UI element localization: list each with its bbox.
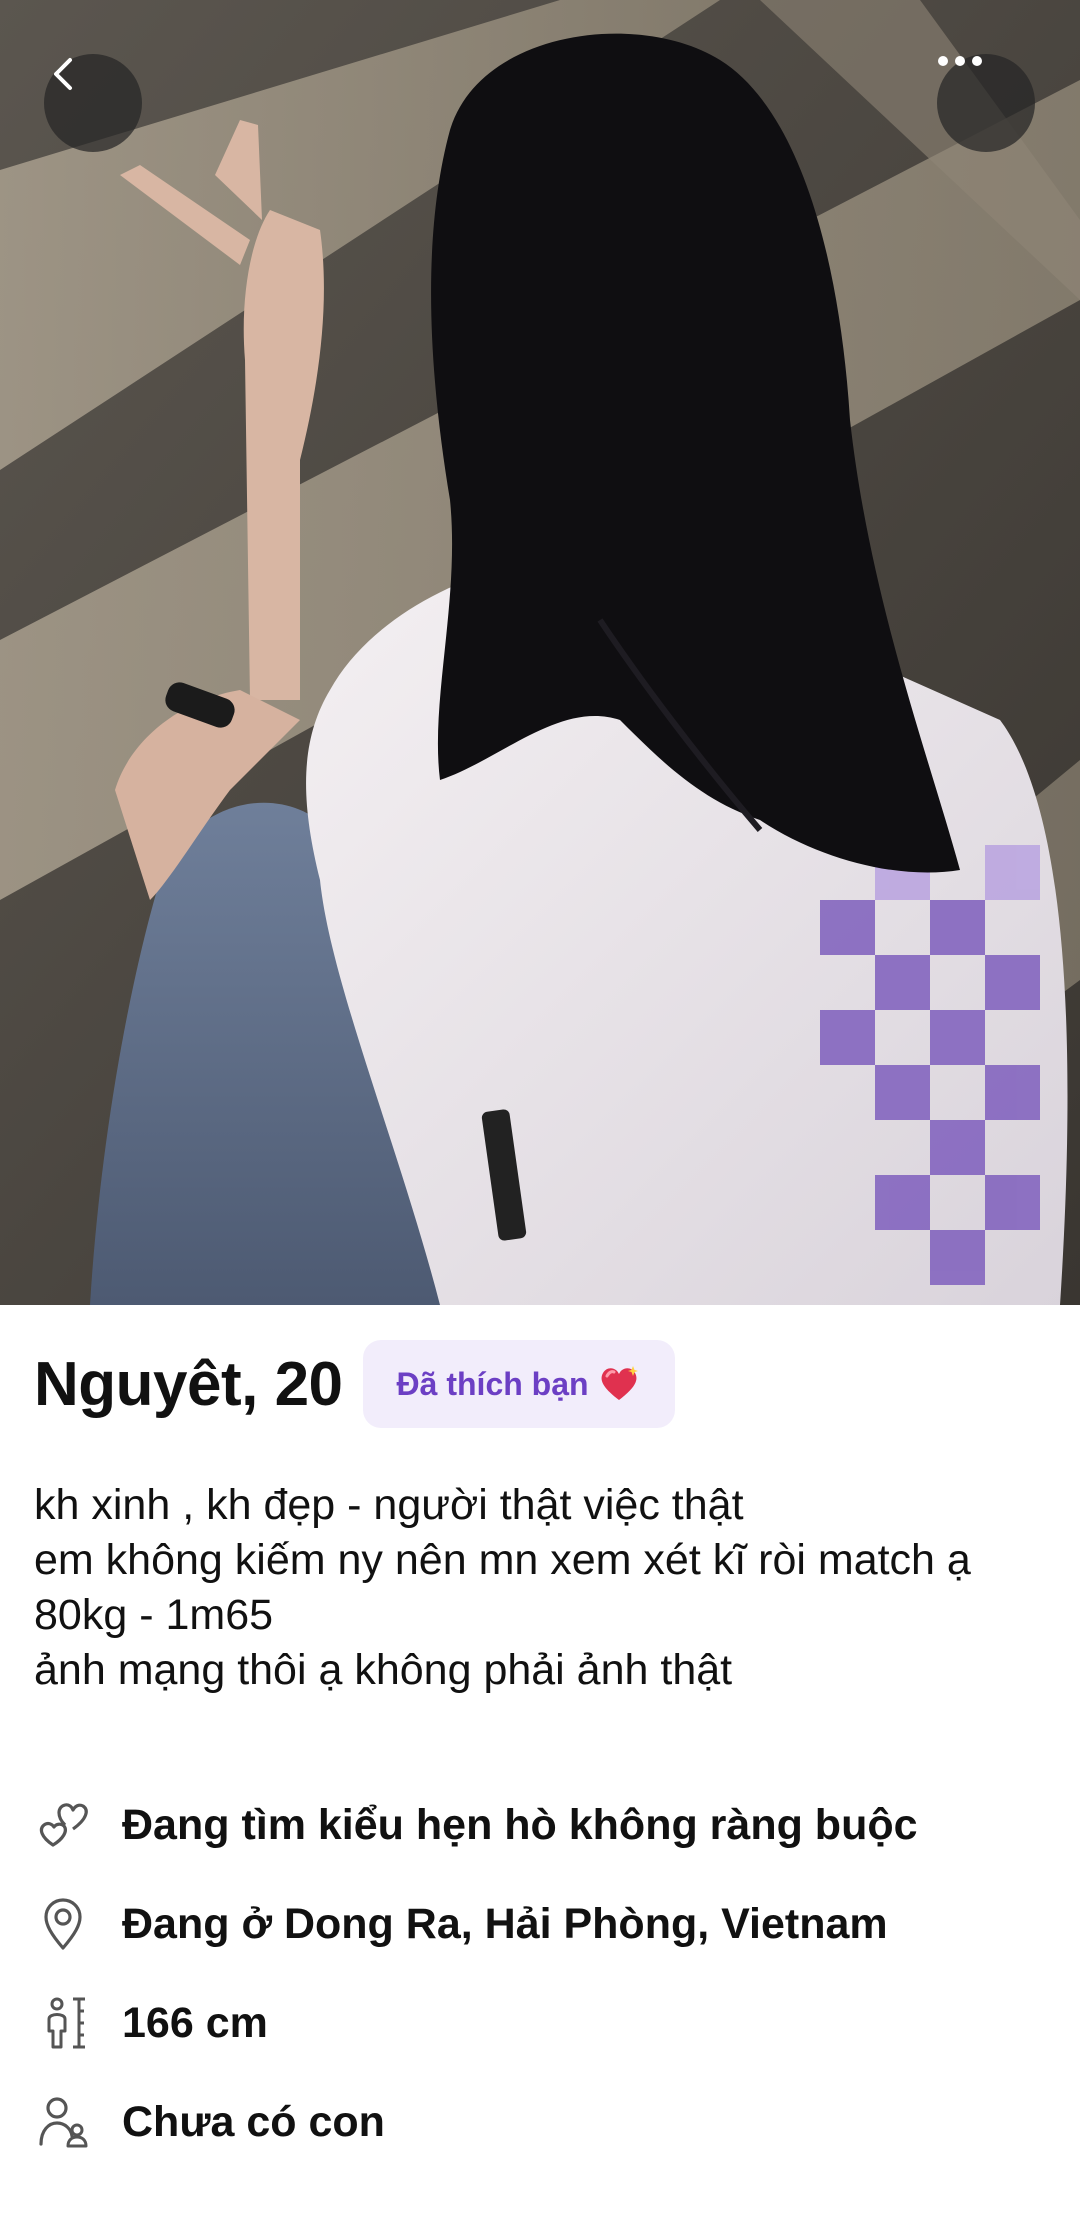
liked-you-badge: Đã thích bạn: [362, 1340, 675, 1428]
chevron-left-icon: [54, 58, 72, 90]
name-row: Nguyêt, 20 Đã thích bạn: [34, 1340, 675, 1428]
detail-location: Đang ở Dong Ra, Hải Phòng, Vietnam: [34, 1889, 888, 1959]
photo-illustration: [0, 0, 1080, 1305]
hearts-icon: [34, 1796, 92, 1854]
children-icon: [34, 2093, 92, 2151]
liked-badge-label: Đã thích bạn: [396, 1365, 589, 1402]
detail-children: Chưa có con: [34, 2087, 385, 2157]
profile-bio: kh xinh , kh đẹp - người thật việc thật …: [34, 1481, 971, 1694]
detail-text: Chưa có con: [122, 2097, 385, 2146]
detail-relationship-goal: Đang tìm kiểu hẹn hò không ràng buộc: [34, 1790, 918, 1860]
profile-name-age: Nguyêt, 20: [34, 1349, 343, 1419]
more-dots-icon: [938, 56, 982, 66]
detail-text: 166 cm: [122, 1998, 268, 2047]
detail-height: 166 cm: [34, 1988, 268, 2058]
height-icon: [34, 1994, 92, 2052]
profile-photo[interactable]: [0, 0, 1080, 1305]
detail-text: Đang tìm kiểu hẹn hò không ràng buộc: [122, 1800, 918, 1849]
sparkling-heart-icon: [601, 1366, 638, 1400]
more-options-button[interactable]: [937, 54, 1035, 152]
back-button[interactable]: [44, 54, 142, 152]
location-pin-icon: [34, 1895, 92, 1953]
detail-text: Đang ở Dong Ra, Hải Phòng, Vietnam: [122, 1899, 888, 1948]
